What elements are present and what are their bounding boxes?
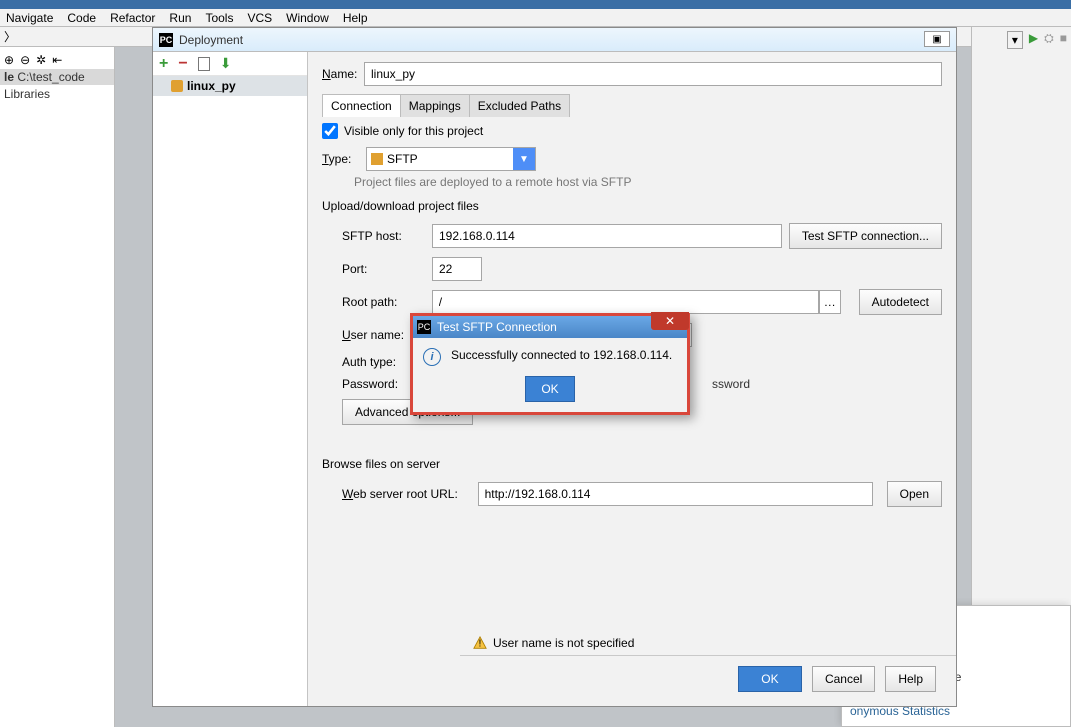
menu-run[interactable]: Run (169, 11, 191, 25)
visible-only-checkbox[interactable] (322, 123, 338, 139)
modal-title-text: Test SFTP Connection (437, 320, 557, 334)
autodetect-button[interactable]: Autodetect (859, 289, 942, 315)
warning-text: User name is not specified (493, 636, 634, 650)
tab-connection[interactable]: Connection (322, 94, 401, 117)
web-url-label: Web server root URL: (342, 487, 478, 501)
web-server-icon (171, 80, 183, 92)
browse-root-button[interactable]: … (819, 290, 841, 314)
dialog-titlebar: PC Deployment ▣ (153, 28, 956, 52)
cancel-button[interactable]: Cancel (812, 666, 875, 692)
tab-excluded-paths[interactable]: Excluded Paths (469, 94, 570, 117)
validation-warning: ! User name is not specified (473, 636, 634, 650)
chevron-down-icon[interactable]: ▼ (513, 148, 535, 170)
main-menu: Navigate Code Refactor Run Tools VCS Win… (0, 9, 1071, 27)
maximize-icon[interactable]: ▣ (924, 31, 950, 47)
modal-ok-button[interactable]: OK (525, 376, 575, 402)
pycharm-icon: PC (159, 33, 173, 47)
svg-text:!: ! (479, 638, 482, 650)
type-value: SFTP (387, 152, 418, 166)
dialog-title: Deployment (179, 33, 243, 47)
ide-titlebar (0, 0, 1071, 9)
modal-message: Successfully connected to 192.168.0.114. (451, 348, 672, 362)
port-label: Port: (342, 262, 432, 276)
stop-icon[interactable]: ■ (1060, 31, 1067, 49)
server-list-panel: + − ⬇ linux_py (153, 52, 308, 706)
save-password-fragment: ssword (712, 377, 750, 391)
upload-section-label: Upload/download project files (322, 199, 942, 213)
remove-server-icon[interactable]: − (178, 55, 187, 73)
collapse-icon[interactable]: ⊕ (4, 53, 14, 67)
copy-server-icon[interactable] (198, 57, 210, 71)
add-server-icon[interactable]: + (159, 55, 168, 73)
browse-section-label: Browse files on server (322, 457, 942, 471)
open-url-button[interactable]: Open (887, 481, 942, 507)
sftp-host-label: SFTP host: (342, 229, 432, 243)
menu-tools[interactable]: Tools (205, 11, 233, 25)
sftp-host-input[interactable] (432, 224, 782, 248)
type-label: Type: (322, 152, 360, 166)
name-input[interactable] (364, 62, 942, 86)
type-hint: Project files are deployed to a remote h… (354, 175, 942, 189)
menu-code[interactable]: Code (67, 11, 96, 25)
debug-icon[interactable]: ⛭ (1044, 31, 1054, 49)
menu-refactor[interactable]: Refactor (110, 11, 155, 25)
server-name: linux_py (187, 79, 236, 93)
modal-titlebar: PC Test SFTP Connection ✕ (413, 316, 687, 338)
server-list-item[interactable]: linux_py (153, 76, 307, 96)
server-list-toolbar: + − ⬇ (153, 52, 307, 76)
pycharm-icon: PC (417, 320, 431, 334)
help-button[interactable]: Help (885, 666, 936, 692)
hide-icon[interactable]: ⇤ (52, 53, 62, 67)
web-url-input[interactable] (478, 482, 874, 506)
run-icon[interactable]: ▶ (1029, 31, 1038, 49)
close-icon[interactable]: ✕ (651, 312, 689, 330)
ok-button[interactable]: OK (738, 666, 802, 692)
sftp-icon (371, 153, 383, 165)
info-icon: i (423, 348, 441, 366)
test-connection-button[interactable]: Test SFTP connection... (789, 223, 942, 249)
config-tabs: Connection Mappings Excluded Paths (322, 94, 942, 117)
dialog-buttons: OK Cancel Help (738, 666, 936, 692)
port-input[interactable] (432, 257, 482, 281)
name-label: Name: (322, 67, 364, 81)
menu-window[interactable]: Window (286, 11, 329, 25)
test-connection-dialog: PC Test SFTP Connection ✕ i Successfully… (410, 313, 690, 415)
tab-mappings[interactable]: Mappings (400, 94, 470, 117)
project-tool-window: ⊕ ⊖ ✲ ⇤ le C:\test_code Libraries (0, 47, 115, 727)
menu-navigate[interactable]: Navigate (6, 11, 53, 25)
menu-help[interactable]: Help (343, 11, 368, 25)
breadcrumb-chevron-icon[interactable]: 〉 (4, 28, 16, 45)
external-libraries[interactable]: Libraries (0, 85, 114, 103)
warning-icon: ! (473, 636, 487, 650)
gear-icon[interactable]: ✲ (36, 53, 46, 67)
run-config-dropdown-icon[interactable]: ▾ (1007, 31, 1023, 49)
root-path-label: Root path: (342, 295, 432, 309)
target-icon[interactable]: ⊖ (20, 53, 30, 67)
dialog-separator (460, 655, 956, 656)
type-combo[interactable]: SFTP ▼ (366, 147, 536, 171)
menu-vcs[interactable]: VCS (247, 11, 272, 25)
use-as-default-icon[interactable]: ⬇ (220, 55, 232, 72)
project-root[interactable]: le C:\test_code (0, 69, 114, 85)
root-path-input[interactable] (432, 290, 819, 314)
visible-only-label: Visible only for this project (344, 124, 483, 138)
